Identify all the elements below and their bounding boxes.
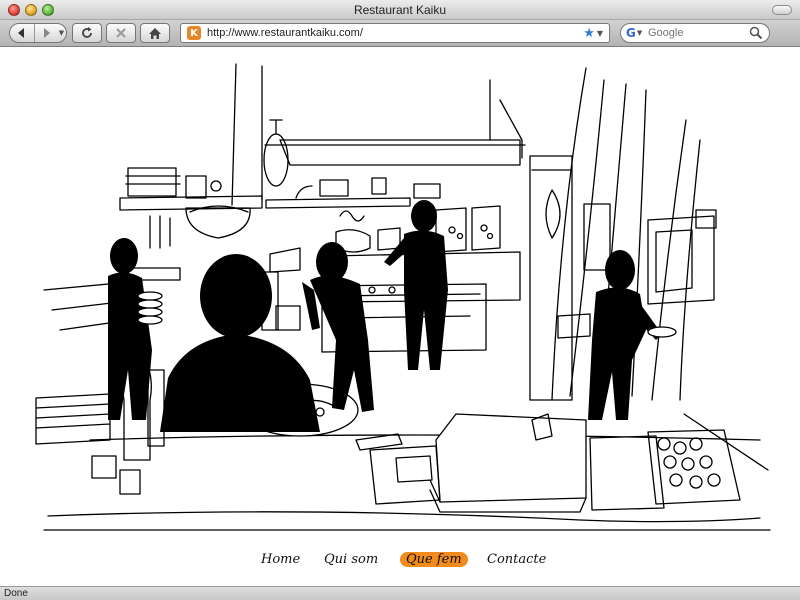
stop-icon [116, 28, 126, 38]
url-bar[interactable]: K http://www.restaurantkaiku.com/ ★ ▼ [180, 23, 610, 43]
toolbar-toggle-button[interactable] [772, 5, 792, 15]
nav-link-que-fem[interactable]: Que fem [400, 552, 468, 567]
reload-button[interactable] [72, 23, 102, 43]
search-engine-selector[interactable]: G ▼ [626, 25, 648, 41]
history-dropdown-button[interactable]: ▼ [57, 24, 66, 42]
url-history-dropdown[interactable]: ▼ [597, 29, 603, 38]
status-bar: Done [0, 586, 800, 600]
kitchen-illustration [35, 63, 771, 531]
page-content [0, 48, 800, 586]
url-text[interactable]: http://www.restaurantkaiku.com/ [207, 27, 583, 39]
stop-button[interactable] [106, 23, 136, 43]
search-box[interactable]: G ▼ [620, 23, 770, 43]
magnifier-icon[interactable] [749, 26, 763, 40]
reload-icon [82, 27, 92, 38]
home-button[interactable] [140, 23, 170, 43]
window-title: Restaurant Kaiku [353, 3, 447, 17]
search-input[interactable] [648, 27, 758, 39]
back-forward-group: ▼ [9, 23, 67, 43]
back-arrow-icon [18, 28, 24, 38]
nav-link-home[interactable]: Home [261, 552, 300, 567]
back-button[interactable] [10, 24, 35, 42]
star-icon[interactable]: ★ [583, 26, 595, 41]
browser-window: Restaurant Kaiku ▼ K http://www.restaura… [0, 0, 800, 600]
home-icon [149, 27, 161, 39]
forward-arrow-icon [44, 28, 50, 38]
google-g-icon: G [626, 26, 636, 40]
nav-link-contacte[interactable]: Contacte [487, 552, 546, 567]
browser-toolbar: ▼ K http://www.restaurantkaiku.com/ ★ ▼ … [0, 20, 800, 47]
title-bar[interactable]: Restaurant Kaiku [0, 0, 800, 20]
status-text: Done [4, 588, 28, 599]
nav-link-qui-som[interactable]: Qui som [324, 552, 378, 567]
site-navigation: Home Qui som Que fem Contacte [0, 548, 800, 572]
forward-button[interactable] [35, 24, 57, 42]
site-favicon: K [187, 26, 201, 40]
